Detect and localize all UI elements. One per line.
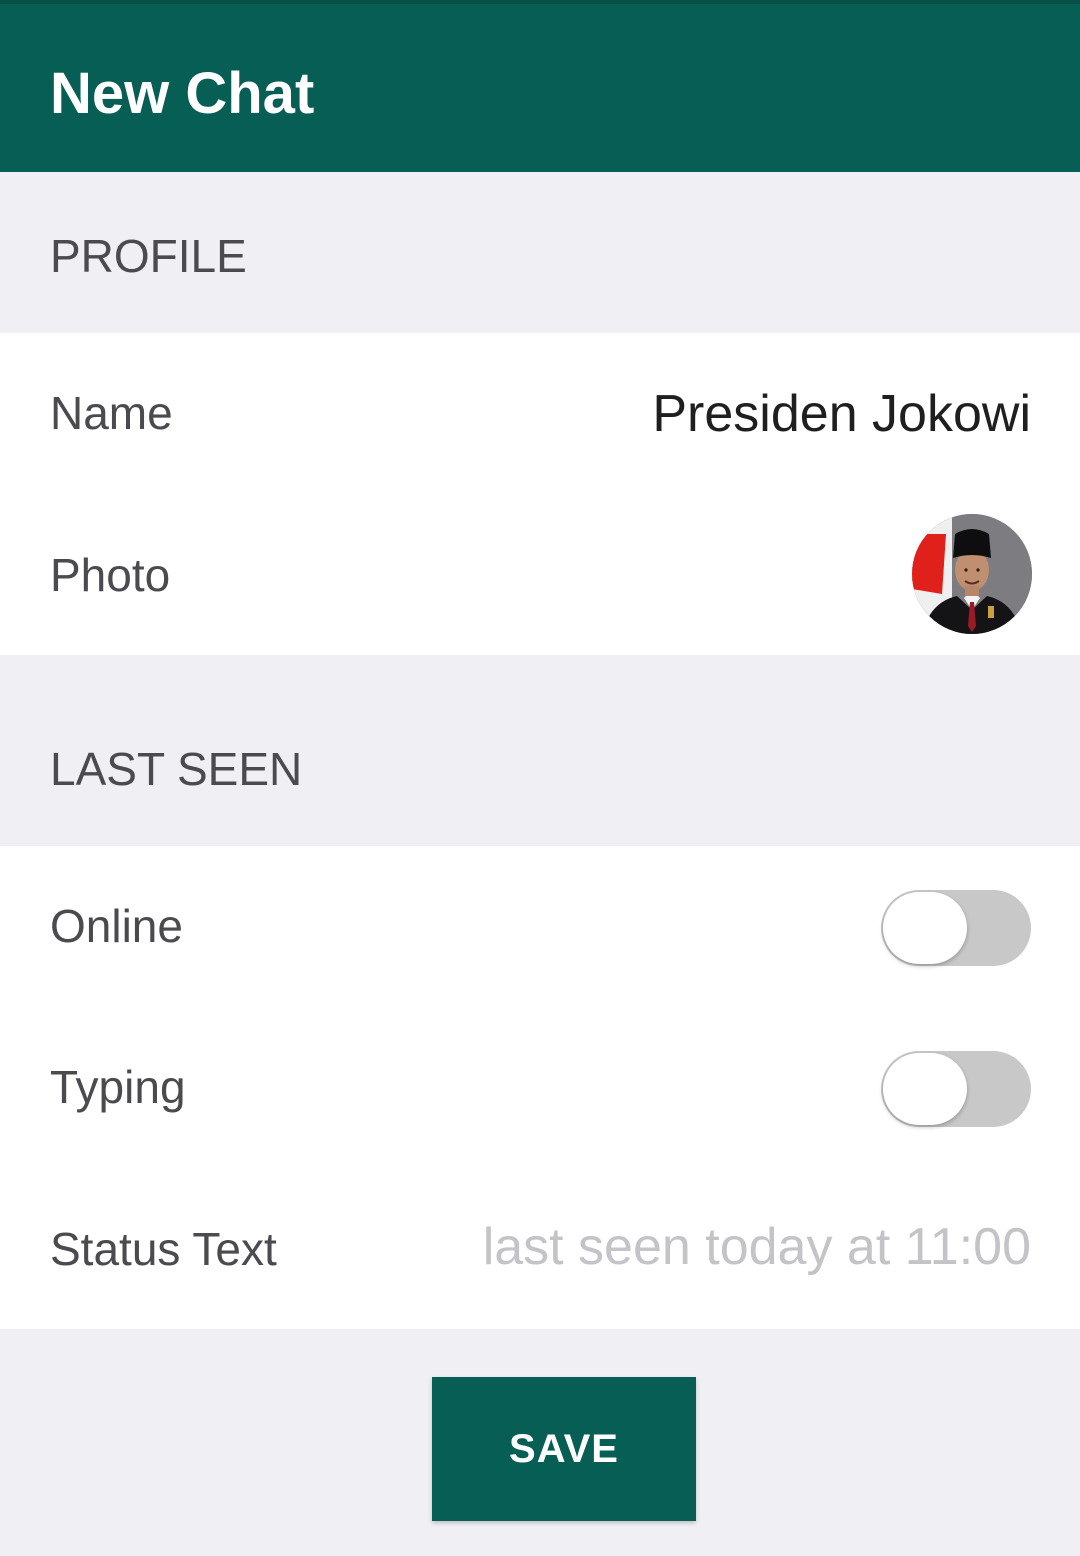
page-title: New Chat bbox=[50, 61, 315, 126]
online-toggle[interactable] bbox=[881, 890, 1031, 966]
status-text-row[interactable]: Status Text last seen today at 11:00 bbox=[0, 1168, 1080, 1329]
new-chat-screen: New Chat PROFILE Name Presiden Jokowi Ph… bbox=[0, 0, 1080, 1556]
photo-label: Photo bbox=[50, 549, 171, 601]
typing-toggle-knob bbox=[883, 1053, 967, 1125]
profile-card: Name Presiden Jokowi Photo bbox=[0, 333, 1080, 655]
status-text-label: Status Text bbox=[50, 1223, 277, 1275]
last-seen-section-header: LAST SEEN bbox=[0, 655, 1080, 846]
typing-label: Typing bbox=[50, 1061, 186, 1113]
profile-section-header: PROFILE bbox=[0, 172, 1080, 333]
portrait-image bbox=[912, 514, 1032, 634]
photo-row[interactable]: Photo bbox=[0, 494, 1080, 655]
typing-toggle[interactable] bbox=[881, 1051, 1031, 1127]
typing-row[interactable]: Typing bbox=[0, 1007, 1080, 1168]
last-seen-card: Online Typing Status Text last seen toda… bbox=[0, 846, 1080, 1329]
profile-photo-avatar[interactable] bbox=[912, 514, 1032, 634]
save-button[interactable]: SAVE bbox=[432, 1377, 696, 1521]
app-bar: New Chat bbox=[0, 0, 1080, 172]
online-label: Online bbox=[50, 900, 183, 952]
online-toggle-knob bbox=[883, 892, 967, 964]
online-row[interactable]: Online bbox=[0, 846, 1080, 1007]
name-row[interactable]: Name Presiden Jokowi bbox=[0, 333, 1080, 494]
status-text-input[interactable]: last seen today at 11:00 bbox=[483, 1216, 1031, 1278]
last-seen-section-title: LAST SEEN bbox=[50, 743, 303, 795]
profile-section-title: PROFILE bbox=[50, 230, 247, 282]
name-label: Name bbox=[50, 387, 173, 439]
name-field[interactable]: Presiden Jokowi bbox=[652, 383, 1031, 445]
